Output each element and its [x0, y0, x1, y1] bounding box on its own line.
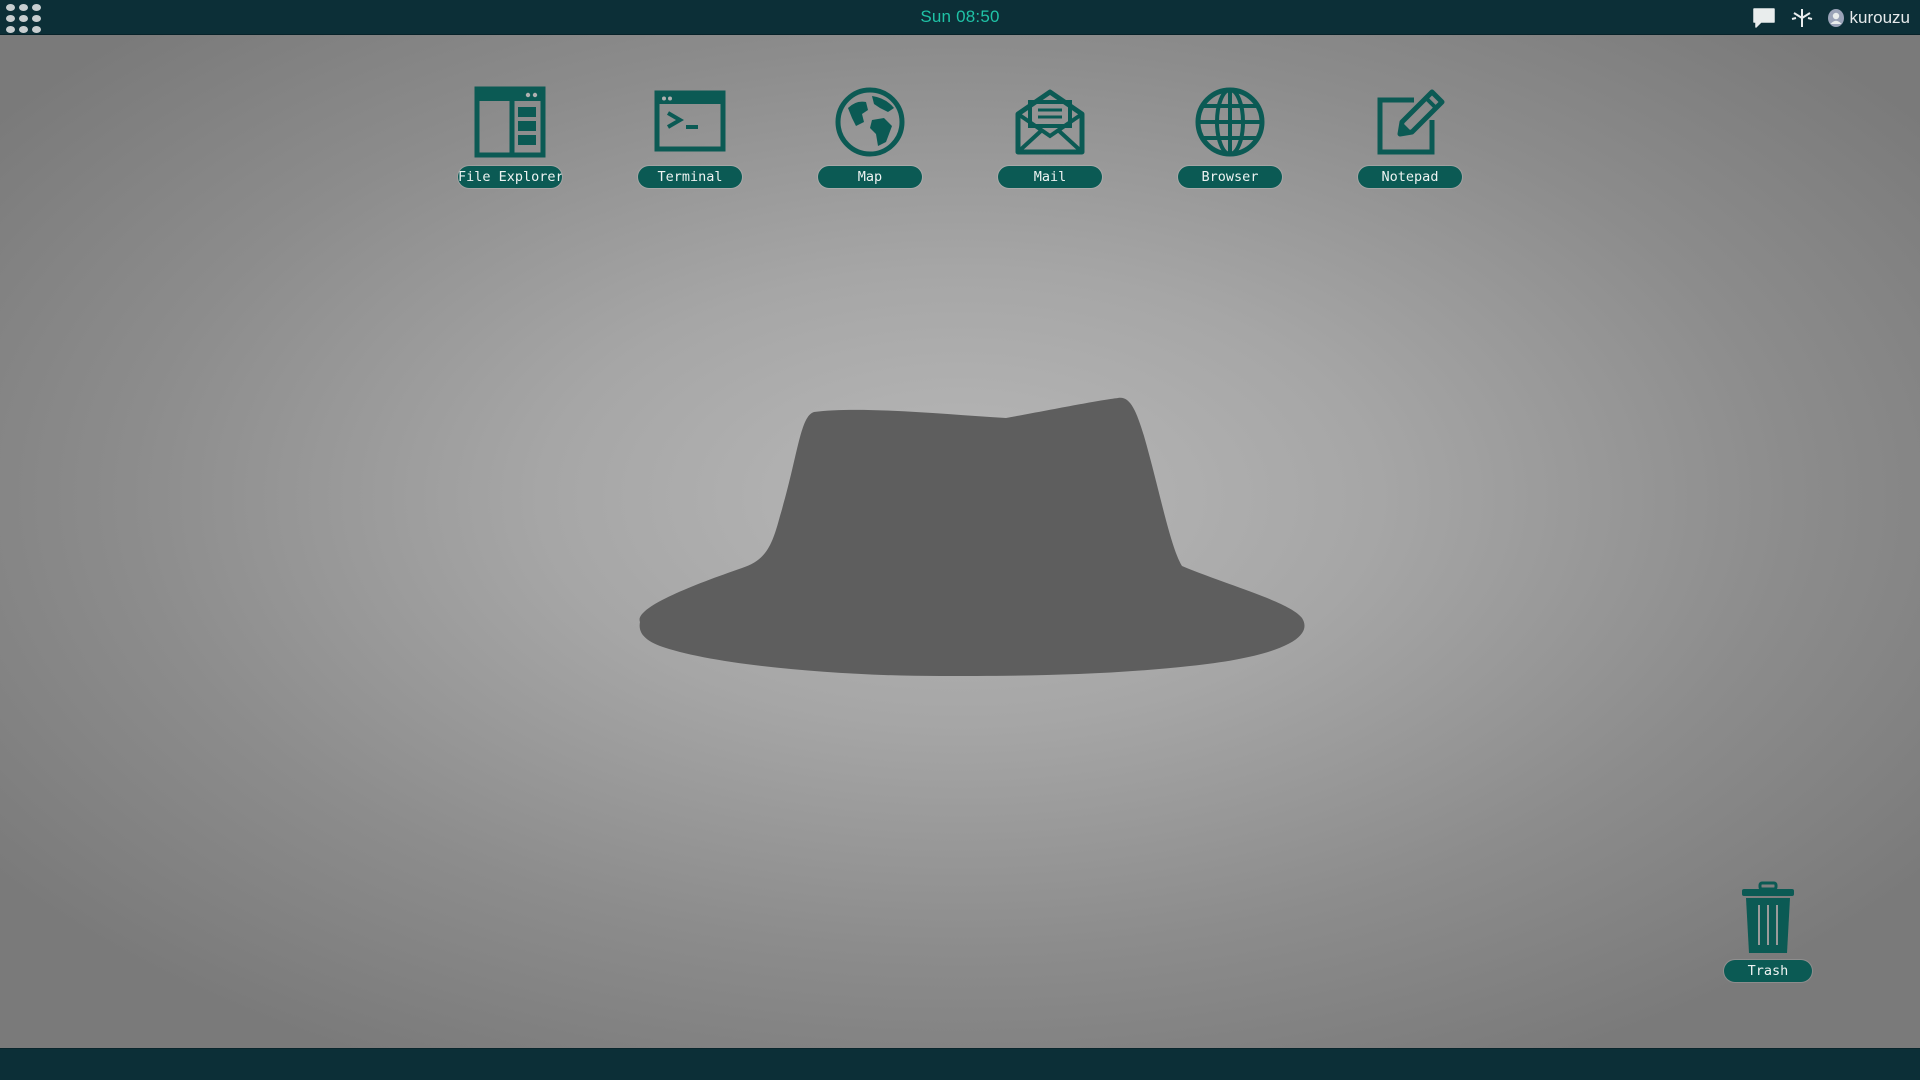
network-icon[interactable] — [1789, 6, 1815, 30]
terminal-icon — [652, 84, 728, 160]
desktop-icon-label: Terminal — [638, 166, 742, 188]
desktop-icon-label: Map — [818, 166, 922, 188]
username: kurouzu — [1849, 8, 1910, 27]
browser-globe-icon — [1192, 84, 1268, 160]
desktop-icon-terminal[interactable]: Terminal — [634, 84, 746, 188]
desktop-icon-notepad[interactable]: Notepad — [1354, 84, 1466, 188]
desktop-icon-file-explorer[interactable]: File Explorer — [454, 84, 566, 188]
mail-icon — [1012, 84, 1088, 160]
notepad-icon — [1372, 84, 1448, 160]
desktop-icon-trash[interactable]: Trash — [1719, 880, 1817, 982]
clock[interactable]: Sun 08:50 — [0, 7, 1920, 27]
system-tray: kurouzu — [1751, 5, 1910, 31]
file-explorer-icon — [472, 84, 548, 160]
trash-icon — [1733, 880, 1803, 956]
globe-map-icon — [832, 84, 908, 160]
desktop-icon-label: Browser — [1178, 166, 1282, 188]
bottom-taskbar[interactable] — [0, 1048, 1920, 1080]
fedora-hat-wallpaper — [639, 397, 1305, 676]
desktop-icon-label: Mail — [998, 166, 1102, 188]
chat-icon[interactable] — [1751, 6, 1777, 30]
top-bar: Sun 08:50 kurouzu — [0, 0, 1920, 35]
desktop-icon-mail[interactable]: Mail — [994, 84, 1106, 188]
desktop-icon-browser[interactable]: Browser — [1174, 84, 1286, 188]
desktop-icon-label: Notepad — [1358, 166, 1462, 188]
desktop-icon-label: Trash — [1724, 960, 1812, 982]
user-icon — [1827, 9, 1844, 27]
user-menu[interactable]: kurouzu — [1827, 8, 1910, 28]
desktop-icon-map[interactable]: Map — [814, 84, 926, 188]
desktop-icon-label: File Explorer — [458, 166, 562, 188]
